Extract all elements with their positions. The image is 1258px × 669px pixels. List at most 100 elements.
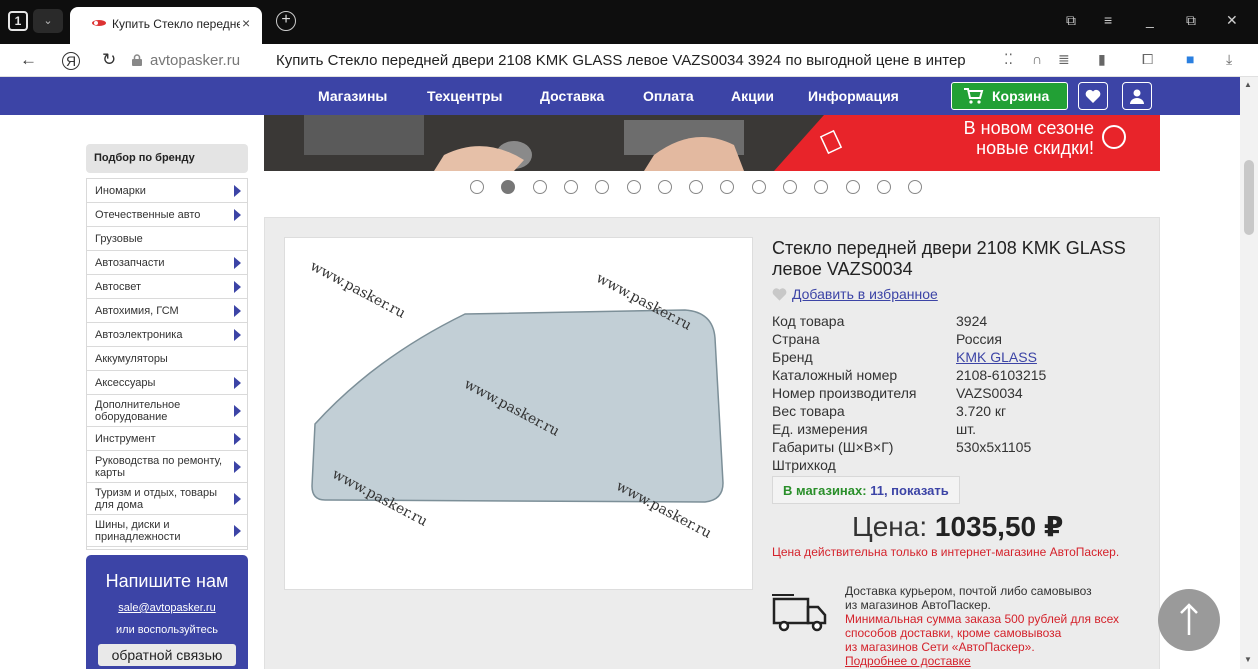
scrollbar-thumb[interactable] <box>1244 160 1254 235</box>
tab-close-icon[interactable]: × <box>242 15 250 31</box>
category-item[interactable]: Автохимия, ГСМ <box>87 299 247 323</box>
brand-pick-button[interactable]: Подбор по бренду <box>86 144 248 173</box>
yandex-icon[interactable]: Я <box>62 52 80 70</box>
cart-button[interactable]: Корзина <box>951 82 1068 110</box>
tab-active[interactable]: Купить Стекло передне × <box>70 7 262 44</box>
price-label: Цена: <box>852 511 928 542</box>
category-item[interactable]: Аксессуары <box>87 371 247 395</box>
banner-dot[interactable] <box>845 180 860 194</box>
category-item[interactable]: Шины, диски и принадлежности <box>87 515 247 547</box>
chevron-right-icon <box>234 256 241 269</box>
site-favicon-icon <box>92 20 106 26</box>
nav-link-payment[interactable]: Оплата <box>643 88 694 104</box>
close-window-icon[interactable]: ✕ <box>1226 12 1238 29</box>
category-item[interactable]: Инструмент <box>87 427 247 451</box>
tab-menu-chevron-icon[interactable]: ⌄ <box>33 9 63 33</box>
category-label: Туризм и отдых, товары для дома <box>95 486 217 511</box>
scroll-up-arrow-icon[interactable]: ▲ <box>1244 80 1252 89</box>
browser-menu-icon[interactable]: ≡ <box>1104 12 1112 28</box>
add-to-favorites-label: Добавить в избранное <box>792 286 938 302</box>
site-navigation: Магазины Техцентры Доставка Оплата Акции… <box>0 77 1240 115</box>
category-item[interactable]: Аккумуляторы <box>87 347 247 371</box>
banner-dot[interactable] <box>783 180 797 194</box>
banner-dot[interactable] <box>563 180 578 194</box>
headphones-icon[interactable]: ∩ <box>1032 51 1042 67</box>
category-item[interactable]: Отечественные авто <box>87 203 247 227</box>
category-label: Автозапчасти <box>95 256 165 269</box>
spec-key: Вес товара <box>772 403 845 419</box>
delivery-more-link[interactable]: Подробнее о доставке <box>845 654 1155 668</box>
category-item[interactable]: Автоэлектроника <box>87 323 247 347</box>
spec-row: Номер производителя VAZS0034 <box>772 385 1132 403</box>
chevron-right-icon <box>234 492 241 505</box>
banner-dot[interactable] <box>501 180 516 194</box>
spec-row: Каталожный номер 2108-6103215 <box>772 367 1132 385</box>
nav-link-techcenters[interactable]: Техцентры <box>427 88 502 104</box>
extensions-icon[interactable]: ⁚⁚ <box>1004 51 1013 68</box>
minimize-icon[interactable]: _ <box>1146 12 1154 28</box>
banner-dot[interactable] <box>657 180 672 194</box>
window-restore-icon[interactable]: ⧉ <box>1066 12 1076 29</box>
banner-dot[interactable] <box>720 180 735 194</box>
reload-icon[interactable]: ↻ <box>102 50 116 70</box>
account-button[interactable] <box>1122 82 1152 110</box>
collections-icon[interactable]: ⧠ <box>1142 51 1153 68</box>
category-label: Руководства по ремонту, карты <box>95 454 223 479</box>
banner-dot[interactable] <box>626 180 641 194</box>
scroll-down-arrow-icon[interactable]: ▼ <box>1244 655 1252 664</box>
banner-dot[interactable] <box>814 180 829 194</box>
banner-dot[interactable] <box>751 180 766 194</box>
url-domain[interactable]: avtopasker.ru <box>150 52 240 69</box>
brand-link[interactable]: KMK GLASS <box>956 349 1037 365</box>
contact-email-link[interactable]: sale@avtopasker.ru <box>86 602 248 614</box>
banner-dot[interactable] <box>470 180 484 194</box>
nav-link-delivery[interactable]: Доставка <box>540 88 604 104</box>
promo-banner[interactable]: В новом сезоне новые скидки! <box>264 115 1160 171</box>
banner-dot[interactable] <box>876 180 891 194</box>
nav-link-stores[interactable]: Магазины <box>318 88 387 104</box>
category-item[interactable]: Дополнительное оборудование <box>87 395 247 427</box>
category-item[interactable]: Руководства по ремонту, карты <box>87 451 247 483</box>
category-label: Отечественные авто <box>95 208 201 221</box>
profile-icon[interactable]: ■ <box>1186 51 1194 67</box>
category-item[interactable]: Туризм и отдых, товары для дома <box>87 483 247 515</box>
nav-link-info[interactable]: Информация <box>808 88 899 104</box>
banner-dot[interactable] <box>908 180 923 194</box>
product-image[interactable]: www.pasker.ru www.pasker.ru www.pasker.r… <box>284 237 753 590</box>
spec-key: Страна <box>772 331 820 347</box>
delivery-truck-icon <box>772 594 827 632</box>
price-note: Цена действительна только в интернет-маг… <box>772 545 1120 559</box>
url-page-title[interactable]: Купить Стекло передней двери 2108 KMK GL… <box>276 52 966 69</box>
back-icon[interactable]: ← <box>20 50 37 70</box>
category-item[interactable]: Автосвет <box>87 275 247 299</box>
favorites-button[interactable] <box>1078 82 1108 110</box>
category-label: Аккумуляторы <box>95 352 168 365</box>
delivery-min-order: из магазинов Сети «АвтоПаскер». <box>845 640 1035 654</box>
download-icon[interactable]: ⤓ <box>1226 51 1232 68</box>
category-label: Грузовые <box>95 232 143 245</box>
banner-dot[interactable] <box>595 180 610 194</box>
category-item[interactable]: Грузовые <box>87 227 247 251</box>
banner-dot[interactable] <box>532 180 547 194</box>
spec-key: Штрихкод <box>772 457 836 473</box>
scroll-to-top-button[interactable] <box>1158 589 1220 651</box>
spec-key: Бренд <box>772 349 813 365</box>
reader-icon[interactable]: ≣ <box>1058 51 1070 68</box>
new-tab-button[interactable]: + <box>276 11 296 31</box>
chevron-right-icon <box>234 376 241 389</box>
page-content: В новом сезоне новые скидки! Подбор по б… <box>0 115 1240 669</box>
product-card: www.pasker.ru www.pasker.ru www.pasker.r… <box>264 217 1160 669</box>
add-to-favorites-link[interactable]: Добавить в избранное <box>772 286 938 302</box>
feedback-button[interactable]: обратной связью <box>98 644 236 666</box>
stores-availability-button[interactable]: В магазинах: 11, показать <box>772 476 960 504</box>
nav-link-promotions[interactable]: Акции <box>731 88 774 104</box>
bookmark-icon[interactable]: ▮ <box>1098 51 1106 68</box>
category-label: Иномарки <box>95 184 146 197</box>
maximize-icon[interactable]: ⧉ <box>1186 12 1196 29</box>
category-item[interactable]: Иномарки <box>87 179 247 203</box>
tab-count-badge[interactable]: 1 <box>8 11 28 31</box>
category-label: Автоэлектроника <box>95 328 183 341</box>
banner-dot[interactable] <box>689 180 704 194</box>
category-item[interactable]: Автозапчасти <box>87 251 247 275</box>
delivery-min-order: способов доставки, кроме самовывоза <box>845 626 1062 640</box>
